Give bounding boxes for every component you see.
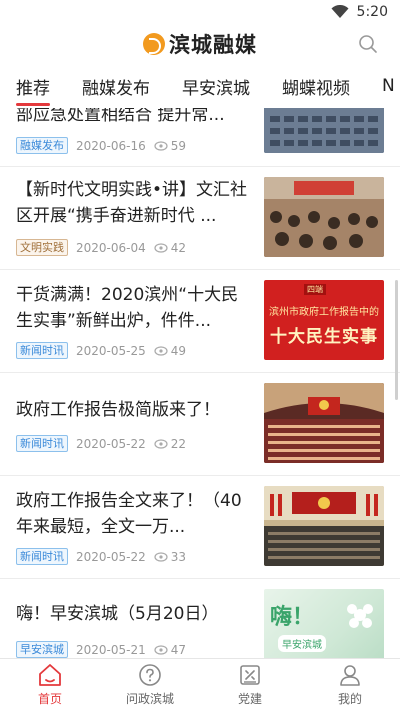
bottom-nav: 首页 问政滨城 党建 我的 bbox=[0, 658, 400, 710]
thumb-caption-top: 嗨！ bbox=[270, 605, 315, 630]
status-time: 5:20 bbox=[356, 4, 388, 20]
nav-home-label: 首页 bbox=[37, 691, 62, 706]
profile-icon bbox=[340, 664, 360, 686]
article-title: 嗨！早安滨城（5月20日） bbox=[16, 604, 219, 624]
list-item[interactable]: 嗨！早安滨城（5月20日） 早安滨城 2020-05-21 47 嗨！ 早安滨城 bbox=[0, 579, 400, 658]
app-header: 滨城融媒 bbox=[0, 24, 400, 64]
eye-icon bbox=[154, 438, 168, 449]
scrollbar[interactable] bbox=[395, 280, 398, 400]
view-count: 42 bbox=[154, 241, 186, 255]
list-item[interactable]: 政府工作报告全文来了！（40年来最短，全文一万... 新闻时讯 2020-05-… bbox=[0, 476, 400, 579]
view-count: 47 bbox=[154, 643, 186, 657]
view-count: 49 bbox=[154, 344, 186, 358]
thumb-tag: 四端 bbox=[304, 284, 326, 295]
nav-party-building[interactable]: 党建 bbox=[200, 659, 300, 710]
list-item[interactable]: 干货满满！2020滨州“十大民生实事”新鲜出炉，件件... 新闻时讯 2020-… bbox=[0, 270, 400, 373]
category-badge: 新闻时讯 bbox=[16, 548, 68, 565]
category-badge: 早安滨城 bbox=[16, 641, 68, 658]
tab-good-morning[interactable]: 早安滨城 bbox=[182, 74, 250, 99]
view-count: 22 bbox=[154, 437, 186, 451]
article-thumbnail bbox=[264, 177, 384, 257]
category-badge: 文明实践 bbox=[16, 239, 68, 256]
app-name: 滨城融媒 bbox=[169, 33, 257, 57]
tab-overflow[interactable]: N bbox=[382, 76, 395, 96]
tab-media-release[interactable]: 融媒发布 bbox=[82, 74, 150, 99]
tab-butterfly-video[interactable]: 蝴蝶视频 bbox=[282, 74, 350, 99]
article-title: 政府工作报告全文来了！（40年来最短，全文一万... bbox=[16, 491, 242, 537]
article-date: 2020-06-16 bbox=[76, 138, 146, 153]
category-badge: 新闻时讯 bbox=[16, 342, 68, 359]
tab-recommend[interactable]: 推荐 bbox=[16, 74, 50, 106]
article-title: 干货满满！2020滨州“十大民生实事”新鲜出炉，件件... bbox=[16, 285, 239, 331]
category-badge: 新闻时讯 bbox=[16, 435, 68, 452]
logo-mark-icon bbox=[143, 33, 165, 55]
article-meta: 早安滨城 2020-05-21 47 bbox=[16, 641, 186, 658]
list-item[interactable]: 【新时代文明实践•讲】文汇社区开展“携手奋进新时代 ... 文明实践 2020-… bbox=[0, 167, 400, 270]
article-meta: 新闻时讯 2020-05-22 22 bbox=[16, 435, 186, 452]
article-title: 部应急处置相结合 提升常... bbox=[16, 108, 225, 124]
eye-icon bbox=[154, 644, 168, 655]
thumb-caption-top: 滨州市政府工作报告中的 bbox=[269, 307, 379, 318]
party-building-icon bbox=[240, 664, 260, 685]
article-title: 政府工作报告极简版来了！ bbox=[16, 400, 220, 420]
article-thumbnail: 四端 滨州市政府工作报告中的 十大民生实事 bbox=[264, 280, 384, 360]
article-meta: 新闻时讯 2020-05-22 33 bbox=[16, 548, 186, 565]
nav-inquiry[interactable]: 问政滨城 bbox=[100, 659, 200, 710]
status-bar: 5:20 bbox=[0, 0, 400, 24]
search-icon[interactable] bbox=[358, 34, 378, 54]
home-icon bbox=[39, 663, 61, 686]
article-thumbnail bbox=[264, 108, 384, 153]
list-item[interactable]: 部应急处置相结合 提升常... 融媒发布 2020-06-16 59 bbox=[0, 108, 400, 167]
nav-profile-label: 我的 bbox=[337, 691, 362, 706]
thumb-caption-main: 早安滨城 bbox=[278, 635, 326, 652]
article-thumbnail bbox=[264, 383, 384, 463]
article-date: 2020-05-25 bbox=[76, 343, 146, 358]
thumb-caption-main: 十大民生实事 bbox=[270, 327, 378, 347]
article-thumbnail bbox=[264, 486, 384, 566]
eye-icon bbox=[154, 345, 168, 356]
category-badge: 融媒发布 bbox=[16, 137, 68, 154]
article-title: 【新时代文明实践•讲】文汇社区开展“携手奋进新时代 ... bbox=[16, 180, 248, 226]
eye-icon bbox=[154, 242, 168, 253]
article-meta: 文明实践 2020-06-04 42 bbox=[16, 239, 186, 256]
nav-home[interactable]: 首页 bbox=[0, 659, 100, 710]
article-date: 2020-05-22 bbox=[76, 436, 146, 451]
view-count: 33 bbox=[154, 550, 186, 564]
question-icon bbox=[139, 663, 161, 686]
eye-icon bbox=[154, 551, 168, 562]
list-item[interactable]: 政府工作报告极简版来了！ 新闻时讯 2020-05-22 22 bbox=[0, 373, 400, 476]
eye-icon bbox=[154, 140, 168, 151]
article-meta: 新闻时讯 2020-05-25 49 bbox=[16, 342, 186, 359]
nav-profile[interactable]: 我的 bbox=[300, 659, 400, 710]
category-tabs: 推荐 融媒发布 早安滨城 蝴蝶视频 N bbox=[0, 64, 400, 108]
view-count: 59 bbox=[154, 139, 186, 153]
nav-party-building-label: 党建 bbox=[237, 691, 262, 706]
article-date: 2020-06-04 bbox=[76, 240, 146, 255]
wifi-icon bbox=[331, 5, 349, 18]
nav-inquiry-label: 问政滨城 bbox=[125, 691, 174, 706]
article-date: 2020-05-22 bbox=[76, 549, 146, 564]
article-meta: 融媒发布 2020-06-16 59 bbox=[16, 137, 186, 154]
app-logo: 滨城融媒 bbox=[143, 29, 257, 59]
article-list: 部应急处置相结合 提升常... 融媒发布 2020-06-16 59 【新时代文… bbox=[0, 108, 400, 658]
article-thumbnail: 嗨！ 早安滨城 bbox=[264, 589, 384, 658]
article-date: 2020-05-21 bbox=[76, 642, 146, 657]
